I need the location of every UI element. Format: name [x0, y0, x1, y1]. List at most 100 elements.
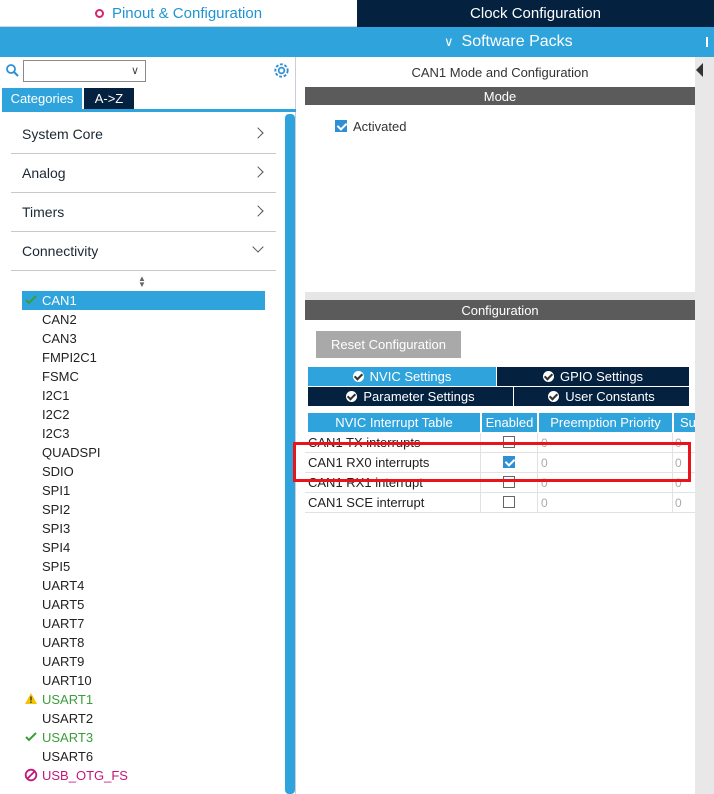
connectivity-item-i2c2[interactable]: I2C2 [22, 405, 265, 424]
connectivity-item-label: UART8 [42, 635, 85, 650]
category-label: Connectivity [22, 243, 99, 259]
connectivity-item-label: USART3 [42, 730, 94, 745]
table-row[interactable]: CAN1 SCE interrupt 0 0 [305, 493, 695, 513]
check-circle-icon [352, 371, 364, 382]
connectivity-item-label: SDIO [42, 464, 74, 479]
connectivity-item-label: FMPI2C1 [42, 350, 97, 365]
tab-clock-label: Clock Configuration [470, 5, 601, 22]
connectivity-item-label: SPI3 [42, 521, 71, 536]
connectivity-item-usart1[interactable]: USART1 [22, 690, 265, 709]
connectivity-item-label: QUADSPI [42, 445, 101, 460]
connectivity-item-label: UART7 [42, 616, 85, 631]
collapse-arrow-icon[interactable] [696, 63, 703, 77]
category-label: Timers [22, 204, 65, 220]
gear-icon[interactable] [272, 61, 291, 80]
connectivity-item-spi1[interactable]: SPI1 [22, 481, 265, 500]
tab-a-z[interactable]: A->Z [84, 88, 134, 109]
category-analog[interactable]: Analog [11, 154, 276, 193]
connectivity-item-uart9[interactable]: UART9 [22, 652, 265, 671]
connectivity-item-i2c1[interactable]: I2C1 [22, 386, 265, 405]
tab-nvic-settings[interactable]: NVIC Settings [308, 367, 496, 386]
column-header-preemption[interactable]: Preemption Priority [539, 413, 672, 432]
connectivity-item-usart2[interactable]: USART2 [22, 709, 265, 728]
connectivity-item-label: UART5 [42, 597, 85, 612]
chevron-right-icon [252, 166, 264, 178]
category-system-core[interactable]: System Core [11, 115, 276, 154]
category-timers[interactable]: Timers [11, 193, 276, 232]
connectivity-item-uart8[interactable]: UART8 [22, 633, 265, 652]
connectivity-item-fmpi2c1[interactable]: FMPI2C1 [22, 348, 265, 367]
column-header-sub-priority[interactable]: Su [674, 413, 695, 432]
chevron-right-icon [252, 127, 264, 139]
connectivity-item-label: CAN2 [42, 312, 77, 327]
modified-dot-icon [94, 8, 104, 18]
software-packs-menu[interactable]: ∨ Software Packs [0, 27, 714, 57]
connectivity-item-can1[interactable]: CAN1 [22, 291, 265, 310]
connectivity-item-label: SPI1 [42, 483, 71, 498]
sub-priority-value[interactable]: 0 [675, 496, 682, 510]
connectivity-item-label: I2C2 [42, 407, 70, 422]
right-collapse-strip[interactable] [695, 57, 714, 794]
connectivity-item-quadspi[interactable]: QUADSPI [22, 443, 265, 462]
mode-header: Mode [305, 87, 695, 105]
category-label: Analog [22, 165, 66, 181]
chevron-down-icon[interactable]: ∨ [131, 64, 139, 77]
connectivity-item-label: UART4 [42, 578, 85, 593]
connectivity-item-spi3[interactable]: SPI3 [22, 519, 265, 538]
connectivity-item-uart10[interactable]: UART10 [22, 671, 265, 690]
connectivity-item-spi4[interactable]: SPI4 [22, 538, 265, 557]
reset-configuration-button[interactable]: Reset Configuration [316, 331, 461, 358]
enabled-checkbox[interactable] [503, 496, 515, 508]
tab-param-label: Parameter Settings [363, 389, 475, 404]
connectivity-item-can2[interactable]: CAN2 [22, 310, 265, 329]
connectivity-item-uart7[interactable]: UART7 [22, 614, 265, 633]
category-label: System Core [22, 126, 103, 142]
connectivity-item-label: SPI4 [42, 540, 71, 555]
connectivity-item-uart4[interactable]: UART4 [22, 576, 265, 595]
connectivity-item-usart3[interactable]: USART3 [22, 728, 265, 747]
connectivity-item-label: USB_OTG_FS [42, 768, 128, 783]
tab-categories[interactable]: Categories [2, 88, 82, 109]
connectivity-item-sdio[interactable]: SDIO [22, 462, 265, 481]
category-connectivity[interactable]: Connectivity [11, 232, 276, 271]
column-header-enabled[interactable]: Enabled [482, 413, 537, 432]
connectivity-item-can3[interactable]: CAN3 [22, 329, 265, 348]
column-header-interrupt[interactable]: NVIC Interrupt Table [308, 413, 480, 432]
warning-icon [25, 693, 37, 704]
connectivity-item-label: CAN1 [42, 293, 77, 308]
check-circle-icon [548, 391, 560, 402]
search-input[interactable]: ∨ [23, 60, 146, 82]
search-icon [6, 64, 19, 77]
connectivity-item-label: USART1 [42, 692, 94, 707]
highlight-box [293, 442, 691, 482]
activated-checkbox[interactable] [335, 120, 347, 132]
tab-parameter-settings[interactable]: Parameter Settings [308, 387, 513, 406]
connectivity-item-spi2[interactable]: SPI2 [22, 500, 265, 519]
connectivity-item-label: USART6 [42, 749, 94, 764]
chevron-right-icon [252, 205, 264, 217]
blocked-icon [24, 768, 38, 782]
chevron-down-icon: ∨ [444, 34, 454, 49]
connectivity-item-usb_otg_fs[interactable]: USB_OTG_FS [22, 766, 265, 785]
connectivity-item-label: UART10 [42, 673, 92, 688]
preemption-priority-value[interactable]: 0 [541, 496, 548, 510]
activated-label: Activated [353, 118, 407, 134]
connectivity-item-usart6[interactable]: USART6 [22, 747, 265, 766]
connectivity-item-label: I2C1 [42, 388, 70, 403]
connectivity-item-fsmc[interactable]: FSMC [22, 367, 265, 386]
tab-clock-configuration[interactable]: Clock Configuration [357, 0, 714, 27]
connectivity-item-spi5[interactable]: SPI5 [22, 557, 265, 576]
tab-a-z-label: A->Z [94, 91, 124, 106]
pane-divider[interactable] [305, 292, 695, 300]
chevron-down-icon [252, 241, 264, 253]
check-icon [25, 732, 37, 742]
sort-arrows-icon[interactable]: ▲ ▼ [136, 275, 148, 290]
connectivity-item-uart5[interactable]: UART5 [22, 595, 265, 614]
activated-checkbox-row[interactable]: Activated [335, 118, 406, 134]
connectivity-item-label: CAN3 [42, 331, 77, 346]
tab-user-constants[interactable]: User Constants [514, 387, 689, 406]
connectivity-item-i2c3[interactable]: I2C3 [22, 424, 265, 443]
check-circle-icon [542, 371, 554, 382]
tab-pinout-configuration[interactable]: Pinout & Configuration [0, 0, 357, 27]
tab-gpio-settings[interactable]: GPIO Settings [497, 367, 689, 386]
